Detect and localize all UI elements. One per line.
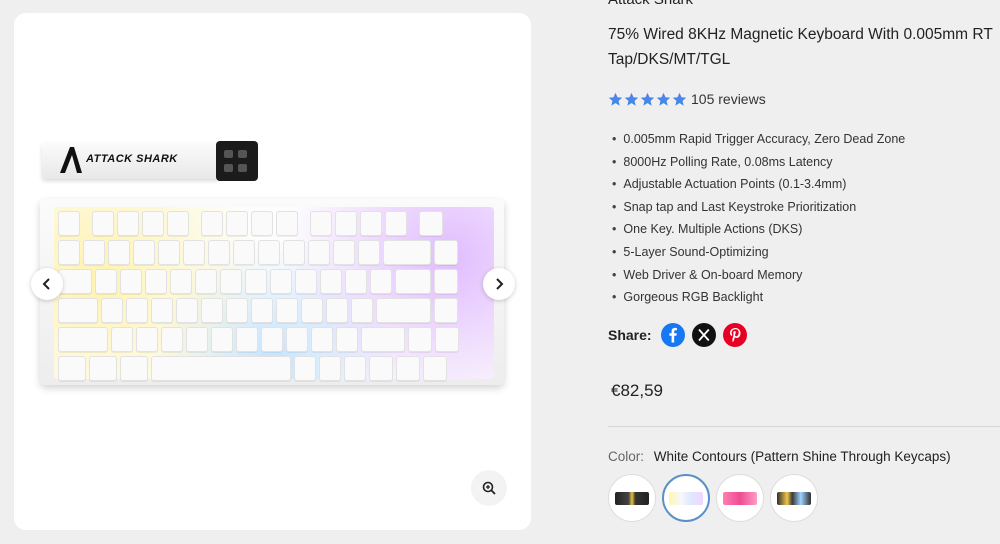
star-icon bbox=[640, 92, 655, 106]
product-image-dongle bbox=[216, 141, 258, 181]
product-title-cut: Attack Shark bbox=[608, 0, 693, 8]
product-subtitle-line2: Tap/DKS/MT/TGL bbox=[608, 51, 731, 68]
star-icon bbox=[656, 92, 671, 106]
swatch-keyboard-thumbnail bbox=[669, 491, 703, 505]
color-swatch-pink[interactable] bbox=[716, 474, 764, 522]
zoom-button[interactable] bbox=[471, 470, 507, 506]
chevron-right-icon bbox=[496, 278, 504, 290]
share-row: Share: bbox=[608, 323, 754, 347]
brand-logo-icon bbox=[60, 147, 82, 173]
swatch-keyboard-thumbnail bbox=[723, 491, 757, 505]
product-price: €82,59 bbox=[611, 381, 663, 400]
facebook-icon bbox=[668, 327, 677, 343]
feature-list: 0.005mm Rapid Trigger Accuracy, Zero Dea… bbox=[612, 128, 905, 309]
pinterest-icon bbox=[729, 328, 741, 342]
product-gallery: ATTACK SHARK bbox=[14, 13, 531, 530]
color-swatch-black[interactable] bbox=[608, 474, 656, 522]
divider bbox=[608, 426, 1000, 427]
gallery-next-button[interactable] bbox=[483, 268, 515, 300]
reviews-link[interactable]: 105 reviews bbox=[691, 91, 766, 107]
gallery-prev-button[interactable] bbox=[31, 268, 63, 300]
pinterest-share-button[interactable] bbox=[722, 323, 747, 347]
product-rating[interactable]: 105 reviews bbox=[608, 91, 766, 107]
product-subtitle: 75% Wired 8KHz Magnetic Keyboard With 0.… bbox=[608, 22, 1000, 72]
feature-item: Web Driver & On-board Memory bbox=[612, 264, 905, 287]
color-swatch-retro[interactable] bbox=[770, 474, 818, 522]
facebook-share-button[interactable] bbox=[660, 323, 685, 347]
feature-item: One Key. Multiple Actions (DKS) bbox=[612, 218, 905, 241]
color-swatch-white-contours[interactable] bbox=[662, 474, 710, 522]
feature-item: 5-Layer Sound-Optimizing bbox=[612, 241, 905, 264]
star-icon bbox=[624, 92, 639, 106]
product-image-keyboard bbox=[40, 199, 504, 385]
feature-item: Snap tap and Last Keystroke Prioritizati… bbox=[612, 196, 905, 219]
product-image-brand-text: ATTACK SHARK bbox=[86, 153, 178, 165]
x-share-button[interactable] bbox=[691, 323, 716, 347]
x-icon bbox=[697, 328, 710, 342]
product-subtitle-line1: 75% Wired 8KHz Magnetic Keyboard With 0.… bbox=[608, 26, 993, 43]
star-icon bbox=[672, 92, 687, 106]
feature-item: Gorgeous RGB Backlight bbox=[612, 286, 905, 309]
zoom-in-icon bbox=[482, 481, 496, 495]
share-label: Share: bbox=[608, 327, 652, 343]
feature-item: 8000Hz Polling Rate, 0.08ms Latency bbox=[612, 151, 905, 174]
chevron-left-icon bbox=[42, 278, 50, 290]
product-image-cable: ATTACK SHARK bbox=[42, 143, 218, 179]
color-selector-label: Color: White Contours (Pattern Shine Thr… bbox=[608, 449, 951, 464]
feature-item: Adjustable Actuation Points (0.1-3.4mm) bbox=[612, 173, 905, 196]
swatch-keyboard-thumbnail bbox=[777, 491, 811, 505]
color-swatches bbox=[608, 474, 818, 522]
color-value: White Contours (Pattern Shine Through Ke… bbox=[653, 449, 951, 464]
star-icon bbox=[608, 92, 623, 106]
feature-item: 0.005mm Rapid Trigger Accuracy, Zero Dea… bbox=[612, 128, 905, 151]
swatch-keyboard-thumbnail bbox=[615, 491, 649, 505]
color-label: Color: bbox=[608, 449, 645, 464]
